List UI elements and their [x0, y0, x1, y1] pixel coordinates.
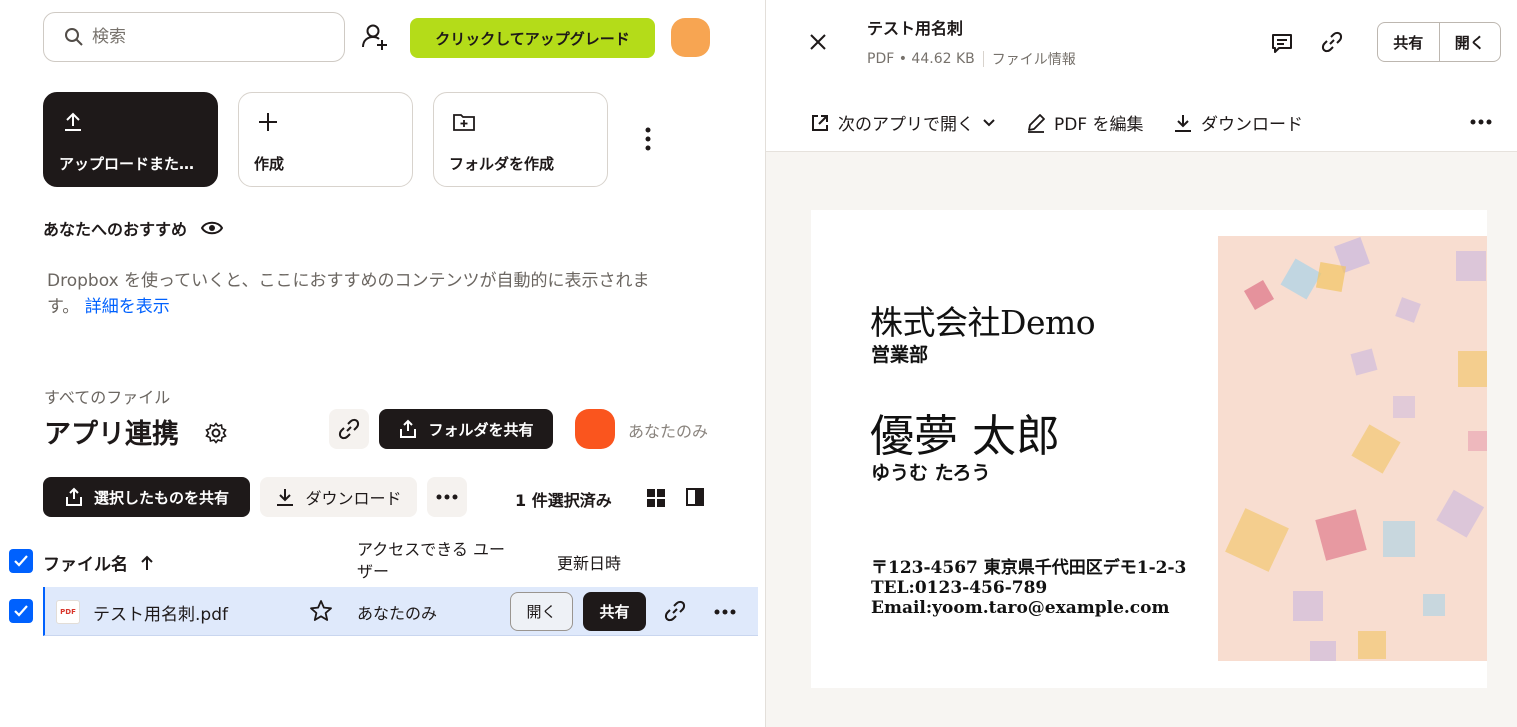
preview-share-button[interactable]: 共有 — [1378, 23, 1439, 61]
select-all-checkbox[interactable] — [9, 549, 33, 573]
close-icon[interactable] — [808, 32, 828, 52]
page-title: アプリ連携 — [44, 419, 179, 450]
recommend-text: Dropbox を使っていくと、ここにおすすめのコンテンツが自動的に表示されます… — [47, 268, 677, 320]
share-selected-button[interactable]: 選択したものを共有 — [43, 477, 250, 517]
share-icon — [64, 487, 84, 507]
link-icon[interactable] — [664, 600, 686, 622]
external-link-icon — [810, 113, 830, 133]
column-header-access[interactable]: アクセスできる ユーザー — [357, 539, 507, 583]
upload-icon — [62, 111, 84, 133]
grid-view-icon[interactable] — [646, 488, 666, 508]
link-icon[interactable] — [1321, 30, 1343, 54]
download-icon — [275, 487, 295, 507]
share-icon — [398, 419, 418, 439]
link-icon — [338, 418, 360, 440]
card-contact: 〒123-4567 東京県千代田区デモ1-2-3 TEL:0123-456-78… — [871, 558, 1186, 618]
new-folder-icon — [452, 111, 476, 133]
pdf-file-icon: PDF — [56, 600, 80, 624]
recommend-heading: あなたへのおすすめ — [43, 216, 224, 240]
open-with-label: 次のアプリで開く — [838, 115, 974, 135]
upgrade-button[interactable]: クリックしてアップグレード — [410, 18, 655, 58]
card-tel: TEL:0123-456-789 — [871, 578, 1048, 598]
card-address: 〒123-4567 東京県千代田区デモ1-2-3 — [871, 558, 1187, 578]
card-name: 優夢 太郎 — [870, 411, 1060, 462]
member-avatar[interactable] — [575, 409, 615, 449]
create-folder-button[interactable]: フォルダを作成 — [433, 92, 608, 187]
card-company: 株式会社Demo — [870, 303, 1096, 342]
preview-pane: テスト用名刺 PDF • 44.62 KB ファイル情報 共有 開く 次のアプリ… — [765, 0, 1517, 727]
card-department: 営業部 — [871, 344, 929, 366]
row-share-button[interactable]: 共有 — [583, 592, 646, 631]
decorative-paper — [1218, 236, 1487, 661]
column-header-modified[interactable]: 更新日時 — [557, 550, 621, 574]
edit-pdf-button[interactable]: PDF を編集 — [1026, 110, 1144, 135]
create-label: 作成 — [254, 155, 285, 173]
avatar[interactable] — [671, 18, 710, 57]
plus-icon — [257, 111, 279, 133]
create-folder-label: フォルダを作成 — [449, 155, 555, 173]
share-open-group: 共有 開く — [1377, 22, 1501, 62]
column-name-label: ファイル名 — [43, 555, 128, 575]
preview-download-label: ダウンロード — [1201, 115, 1303, 135]
preview-open-button[interactable]: 開く — [1438, 23, 1501, 61]
search-icon — [64, 27, 84, 47]
share-selected-label: 選択したものを共有 — [93, 488, 229, 507]
file-name[interactable]: テスト用名刺.pdf — [93, 600, 228, 625]
pencil-icon — [1026, 113, 1046, 133]
search-box[interactable] — [43, 12, 345, 62]
share-folder-button[interactable]: フォルダを共有 — [379, 409, 553, 449]
file-meta: PDF • 44.62 KB — [867, 51, 975, 67]
star-icon[interactable] — [309, 599, 333, 623]
search-input[interactable] — [92, 27, 312, 47]
add-user-icon[interactable] — [360, 22, 390, 52]
preview-title: テスト用名刺 — [867, 19, 964, 38]
more-vertical-icon[interactable] — [638, 126, 658, 152]
file-info-link[interactable]: ファイル情報 — [992, 49, 1076, 69]
share-folder-label: フォルダを共有 — [428, 420, 534, 439]
eye-icon[interactable] — [201, 220, 224, 236]
gear-icon[interactable] — [205, 422, 227, 444]
column-header-name[interactable]: ファイル名 — [43, 550, 154, 575]
more-actions-button[interactable] — [427, 477, 467, 517]
upload-label: アップロードまた… — [59, 155, 195, 173]
business-card-preview: 株式会社Demo 営業部 優夢 太郎 ゆうむ たろう 〒123-4567 東京県… — [811, 210, 1487, 688]
preview-download-button[interactable]: ダウンロード — [1173, 110, 1303, 135]
comment-icon[interactable] — [1270, 31, 1294, 55]
members-label: あなたのみ — [628, 422, 709, 441]
download-button[interactable]: ダウンロード — [260, 477, 417, 517]
preview-header: テスト用名刺 PDF • 44.62 KB ファイル情報 共有 開く 次のアプリ… — [766, 0, 1517, 152]
copy-link-button[interactable] — [329, 409, 369, 449]
learn-more-link[interactable]: 詳細を表示 — [85, 297, 170, 317]
row-access: あなたのみ — [357, 604, 438, 623]
row-open-button[interactable]: 開く — [510, 592, 573, 631]
card-kana: ゆうむ たろう — [871, 462, 991, 484]
open-with-menu[interactable]: 次のアプリで開く — [810, 110, 996, 135]
confetti-pattern — [1225, 237, 1487, 661]
row-checkbox[interactable] — [9, 599, 33, 623]
upload-button[interactable]: アップロードまた… — [43, 92, 218, 187]
more-horizontal-icon[interactable] — [714, 609, 736, 615]
more-horizontal-icon — [436, 494, 458, 500]
recommend-title: あなたへのおすすめ — [43, 220, 188, 239]
file-browser-pane: クリックしてアップグレード アップロードまた… 作成 フォルダを作成 あなたへの… — [0, 0, 765, 727]
download-label: ダウンロード — [305, 489, 402, 508]
selected-count: 1 件選択済み — [515, 491, 612, 510]
more-horizontal-icon[interactable] — [1470, 119, 1492, 125]
divider — [982, 51, 984, 67]
chevron-down-icon — [982, 118, 996, 128]
download-icon — [1173, 113, 1193, 133]
preview-meta: PDF • 44.62 KB ファイル情報 — [867, 49, 1076, 69]
create-button[interactable]: 作成 — [238, 92, 413, 187]
breadcrumb[interactable]: すべてのファイル — [44, 384, 170, 408]
arrow-up-icon — [140, 555, 154, 571]
edit-pdf-label: PDF を編集 — [1054, 115, 1144, 135]
side-panel-icon[interactable] — [686, 488, 704, 506]
card-email: Email:yoom.taro@example.com — [871, 598, 1170, 618]
